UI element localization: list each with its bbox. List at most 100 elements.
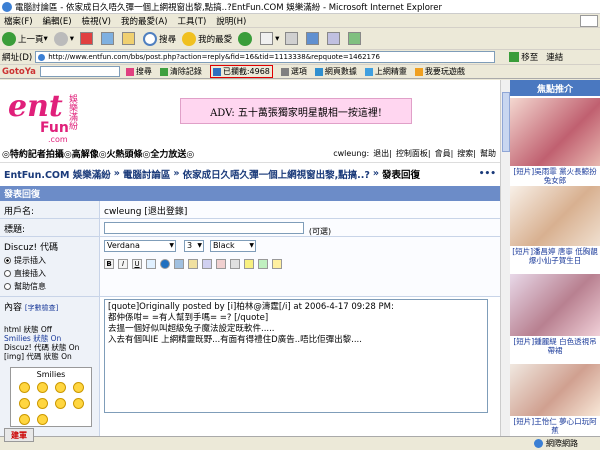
control-panel-link[interactable]: 控制面板 <box>396 148 428 159</box>
content-scrollbar[interactable] <box>500 80 510 436</box>
color-select[interactable]: Black <box>210 240 256 252</box>
scrollbar-thumb[interactable] <box>502 92 510 152</box>
font-select[interactable]: Verdana <box>104 240 176 252</box>
help-link[interactable]: 幫助 <box>480 148 496 159</box>
smiley-icon[interactable] <box>37 382 48 393</box>
gotoya-play-button[interactable]: 我要玩遊戲 <box>414 66 465 77</box>
bold-button[interactable]: B <box>104 259 114 269</box>
list-icon[interactable] <box>230 259 240 269</box>
title-input[interactable] <box>104 222 304 234</box>
featured-photo[interactable] <box>510 186 600 246</box>
address-bar: 網址(D) http://www.entfun.com/bbs/post.php… <box>0 50 600 65</box>
gotoya-options-button[interactable]: 選項 <box>280 66 307 77</box>
discuss-button[interactable] <box>327 32 342 45</box>
forward-button[interactable]: ▾ <box>53 31 74 46</box>
menu-help[interactable]: 說明(H) <box>216 15 246 27</box>
hide-icon[interactable] <box>272 259 282 269</box>
favorites-button[interactable]: 我的最愛 <box>182 31 232 46</box>
smiley-icon[interactable] <box>19 398 30 409</box>
mail-button[interactable]: ▾ <box>260 32 279 45</box>
refresh-button[interactable] <box>101 32 116 45</box>
smiley-icon[interactable] <box>37 398 48 409</box>
breadcrumb-home[interactable]: EntFun.COM 娛樂滿紛 <box>4 167 111 181</box>
word-count-link[interactable]: [字數檢查] <box>25 304 58 312</box>
smilies-status[interactable]: Smilies 狀態 On <box>4 334 95 343</box>
home-button[interactable] <box>122 32 137 45</box>
back-button[interactable]: 上一頁 ▾ <box>2 31 48 46</box>
underline-button[interactable]: U <box>132 259 142 269</box>
breadcrumb-thread[interactable]: 依家成日久唔久彈一個上網視窗出黎,點搞..? <box>183 167 370 181</box>
print-button[interactable] <box>285 32 300 45</box>
gotoya-webdata-button[interactable]: 網頁數據 <box>314 66 357 77</box>
flash-icon[interactable] <box>244 259 254 269</box>
gotoya-blocked-counter[interactable]: 已攔截:4968 <box>209 65 273 78</box>
featured-caption[interactable]: [短片]潘昌婷 唐寧 低胸靚爆小仙子賀生日 <box>510 246 600 266</box>
radio-help-info[interactable]: 幫助信息 <box>4 281 95 292</box>
history-button[interactable] <box>238 31 254 46</box>
smiley-icon[interactable] <box>19 382 30 393</box>
go-button[interactable]: 移至 <box>509 51 538 63</box>
italic-button[interactable]: I <box>118 259 128 269</box>
title-label: 標題: <box>0 219 100 236</box>
gotoya-refresh-button[interactable]: 上網精靈 <box>364 66 407 77</box>
message-textarea[interactable]: [quote]Originally posted by [i]柏林@濤霆[/i]… <box>104 299 488 413</box>
featured-photo[interactable] <box>510 98 600 166</box>
menu-view[interactable]: 檢視(V) <box>82 15 111 27</box>
history-icon <box>238 31 253 46</box>
address-label: 網址(D) <box>2 53 33 63</box>
featured-photo[interactable] <box>510 274 600 336</box>
menu-tools[interactable]: 工具(T) <box>177 15 206 27</box>
members-link[interactable]: 會員 <box>435 148 451 159</box>
search-link[interactable]: 搜索 <box>457 148 473 159</box>
featured-caption[interactable]: [短片]鍾麗緹 白色透視吊帶裙 <box>510 336 600 356</box>
username-row: 用戶名: cwleung [退出登錄] <box>0 201 500 219</box>
edit-button[interactable] <box>306 32 321 45</box>
align-button[interactable] <box>146 259 156 269</box>
forward-arrow-icon <box>53 31 68 46</box>
page-content: ent Fun .com 娛樂滿紛 ADV: 五十萬張獨家明星靚相一按這裡! ◎… <box>0 80 500 436</box>
gotoya-search-button[interactable]: 搜尋 <box>125 66 152 77</box>
featured-caption[interactable]: [短片]王怡仁 夢心口玩阿蕉 <box>510 416 600 436</box>
ad-banner[interactable]: ADV: 五十萬張獨家明星靚相一按這裡! <box>180 98 412 124</box>
quote-icon[interactable] <box>216 259 226 269</box>
address-input[interactable]: http://www.entfun.com/bbs/post.php?actio… <box>35 51 496 63</box>
radio-direct-insert[interactable]: 直接插入 <box>4 268 95 279</box>
discuss-icon <box>327 32 341 45</box>
featured-caption[interactable]: [短片]吳雨霏 黨火長鯨扮兔女郎 <box>510 166 600 186</box>
menu-file[interactable]: 檔案(F) <box>4 15 33 27</box>
breadcrumb-more[interactable]: ••• <box>479 169 496 179</box>
smiley-icon[interactable] <box>55 398 66 409</box>
smiley-icon[interactable] <box>19 414 30 425</box>
breadcrumb: EntFun.COM 娛樂滿紛 » 電腦討論區 » 依家成日久唔久彈一個上網視窗… <box>0 162 500 184</box>
title-hint: (可選) <box>308 227 332 236</box>
image-icon[interactable] <box>188 259 198 269</box>
gotoya-search-input[interactable] <box>39 66 120 77</box>
ie-icon <box>2 1 12 12</box>
links-button[interactable]: 連結 <box>546 51 563 63</box>
email-icon[interactable] <box>174 259 184 269</box>
media-icon[interactable] <box>258 259 268 269</box>
smiley-icon[interactable] <box>73 382 84 393</box>
featured-item[interactable]: [短片]王怡仁 夢心口玩阿蕉 <box>510 364 600 436</box>
smiley-icon[interactable] <box>55 382 66 393</box>
menu-favorites[interactable]: 我的最愛(A) <box>121 15 167 27</box>
search-button[interactable]: 搜尋 <box>143 31 176 46</box>
logout-link[interactable]: 退出 <box>373 148 389 159</box>
stop-button[interactable] <box>80 32 95 45</box>
messenger-button[interactable] <box>348 32 363 45</box>
featured-photo[interactable] <box>510 364 600 416</box>
entfun-logo[interactable]: ent Fun .com 娛樂滿紛 <box>6 82 91 144</box>
url-globe-icon[interactable] <box>160 259 170 269</box>
featured-item[interactable]: [短片]潘昌婷 唐寧 低胸靚爆小仙子賀生日 <box>510 186 600 266</box>
gotoya-clear-button[interactable]: 清除記錄 <box>159 66 202 77</box>
breadcrumb-forum[interactable]: 電腦討論區 <box>123 167 171 181</box>
featured-item[interactable]: [短片]鍾麗緹 白色透視吊帶裙 <box>510 274 600 356</box>
radio-prompt-insert[interactable]: 提示插入 <box>4 255 95 266</box>
size-select[interactable]: 3 <box>184 240 204 252</box>
menu-edit[interactable]: 編輯(E) <box>43 15 72 27</box>
smiley-icon[interactable] <box>37 414 48 425</box>
ime-tray[interactable]: 建軍 <box>4 428 34 442</box>
code-icon[interactable] <box>202 259 212 269</box>
featured-item[interactable]: [短片]吳雨霏 黨火長鯨扮兔女郎 <box>510 98 600 186</box>
smiley-icon[interactable] <box>73 398 84 409</box>
